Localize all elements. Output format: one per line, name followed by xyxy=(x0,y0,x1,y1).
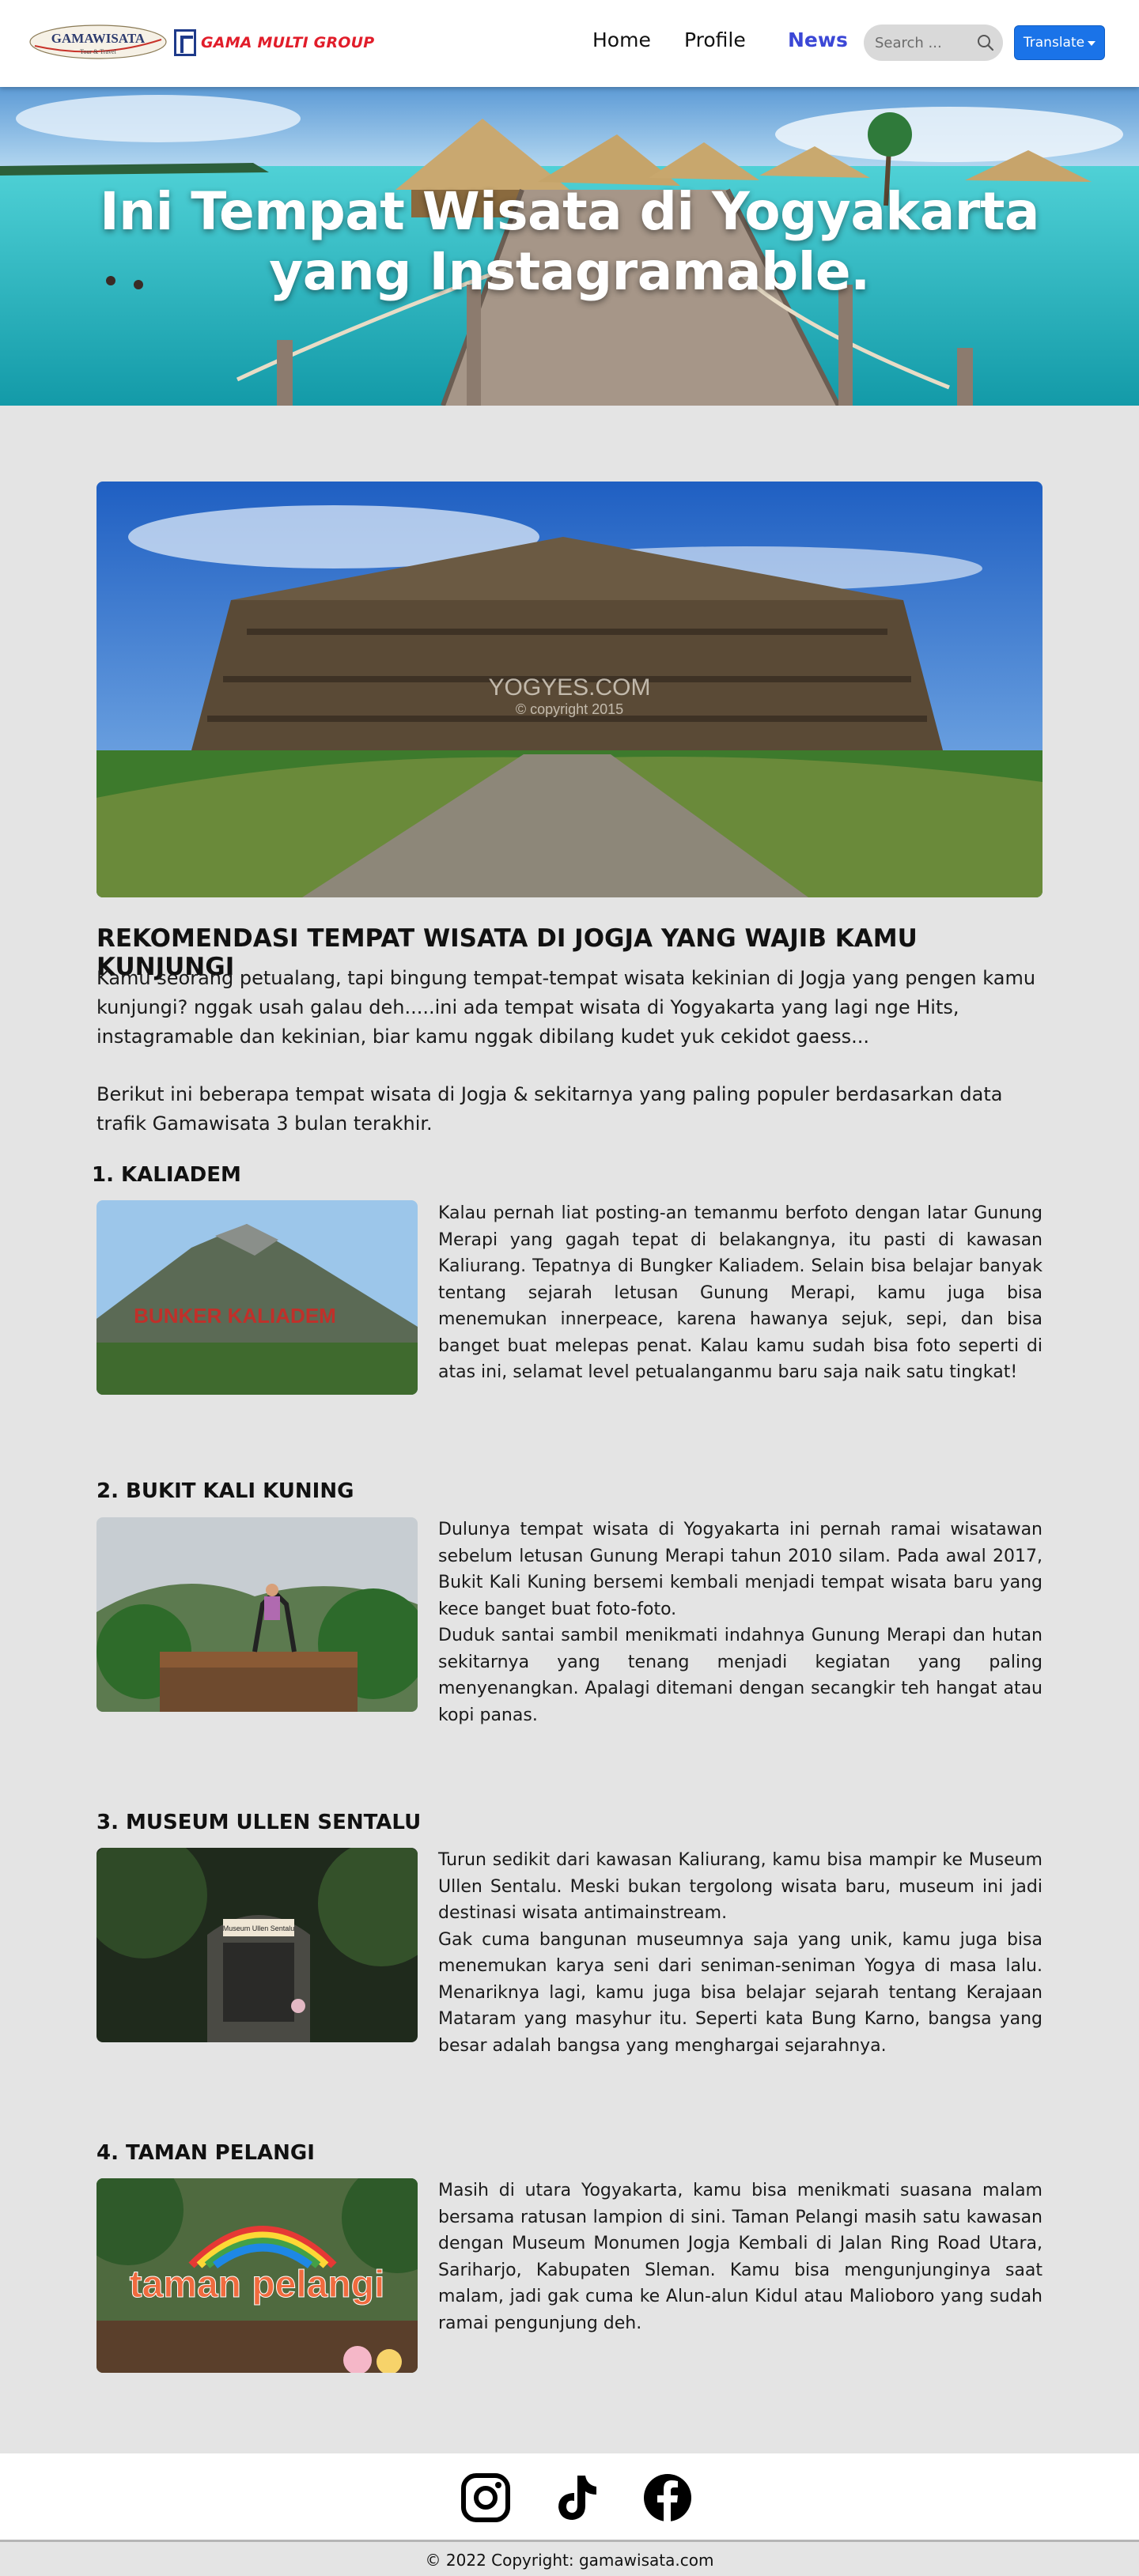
article-intro: Kamu seorang petualang, tapi bingung tem… xyxy=(96,964,1043,1139)
tiktok-icon[interactable] xyxy=(551,2472,601,2523)
taman-pelangi-image: taman pelangi xyxy=(96,2178,418,2373)
item-title-bukit-kali-kuning: 2. BUKIT KALI KUNING xyxy=(96,1479,354,1503)
kaliadem-image: BUNKER KALIADEM xyxy=(96,1200,418,1395)
item-text-bukit-kali-kuning: Dulunya tempat wisata di Yogyakarta ini … xyxy=(438,1517,1043,1728)
item-paragraph: Gak cuma bangunan museumnya saja yang un… xyxy=(438,1929,1043,2056)
nav-news[interactable]: News xyxy=(788,28,848,51)
bukit-kali-kuning-image xyxy=(96,1517,418,1712)
item-paragraph: Turun sedikit dari kawasan Kaliurang, ka… xyxy=(438,1850,1043,1923)
svg-text:taman pelangi: taman pelangi xyxy=(130,2264,385,2306)
svg-text:Tour & Travel: Tour & Travel xyxy=(80,48,116,55)
article-content: YOGYES.COM © copyright 2015 REKOMENDASI … xyxy=(0,406,1139,2453)
nav-profile[interactable]: Profile xyxy=(684,28,746,51)
hero-banner: Ini Tempat Wisata di Yogyakarta yang Ins… xyxy=(0,87,1139,406)
item-paragraph: Dulunya tempat wisata di Yogyakarta ini … xyxy=(438,1520,1043,1619)
gamawisata-logo[interactable]: GAMAWISATA Tour & Travel xyxy=(28,22,168,62)
facebook-icon[interactable] xyxy=(642,2472,693,2523)
copyright: © 2022 Copyright: gamawisata.com xyxy=(425,2551,714,2570)
item-text-kaliadem: Kalau pernah liat posting-an temanmu ber… xyxy=(438,1200,1043,1386)
hero-title: Ini Tempat Wisata di Yogyakarta yang Ins… xyxy=(100,181,1039,302)
item-paragraph: Masih di utara Yogyakarta, kamu bisa men… xyxy=(438,2181,1043,2333)
item-paragraph: Kalau pernah liat posting-an temanmu ber… xyxy=(438,1203,1043,1382)
item-paragraph: Duduk santai sambil menikmati indahnya G… xyxy=(438,1626,1043,1725)
navbar: GAMAWISATA Tour & Travel GAMA MULTI GROU… xyxy=(0,0,1139,87)
instagram-icon[interactable] xyxy=(460,2472,511,2523)
caret-down-icon xyxy=(1088,41,1096,46)
search-icon[interactable] xyxy=(976,33,995,52)
svg-text:GAMAWISATA: GAMAWISATA xyxy=(51,31,146,46)
gama-group-label: GAMA MULTI GROUP xyxy=(201,34,375,51)
search-input[interactable] xyxy=(875,31,970,55)
item-title-museum-ullen-sentalu: 3. MUSEUM ULLEN SENTALU xyxy=(96,1811,422,1834)
item-title-taman-pelangi: 4. TAMAN PELANGI xyxy=(96,2141,315,2165)
intro-paragraph: Kamu seorang petualang, tapi bingung tem… xyxy=(96,967,1036,1048)
item-text-taman-pelangi: Masih di utara Yogyakarta, kamu bisa men… xyxy=(438,2178,1043,2336)
svg-text:YOGYES.COM: YOGYES.COM xyxy=(488,674,650,701)
borobudur-image: YOGYES.COM © copyright 2015 xyxy=(96,482,1043,897)
svg-text:© copyright 2015: © copyright 2015 xyxy=(516,701,623,717)
gama-multi-group-logo[interactable]: GAMA MULTI GROUP xyxy=(174,27,374,59)
translate-button[interactable]: Translate xyxy=(1014,25,1105,60)
item-text-museum-ullen-sentalu: Turun sedikit dari kawasan Kaliurang, ka… xyxy=(438,1847,1043,2059)
item-title-kaliadem: 1. KALIADEM xyxy=(92,1163,241,1187)
nav-home[interactable]: Home xyxy=(592,28,651,51)
search-box xyxy=(864,25,1003,61)
svg-text:BUNKER KALIADEM: BUNKER KALIADEM xyxy=(134,1304,336,1328)
footer-social xyxy=(0,2453,1139,2542)
intro-paragraph: Berikut ini beberapa tempat wisata di Jo… xyxy=(96,1083,1003,1135)
gama-group-mark-icon xyxy=(174,29,196,56)
svg-text:Museum Ullen Sentalu: Museum Ullen Sentalu xyxy=(223,1924,295,1932)
museum-ullen-sentalu-image: Museum Ullen Sentalu xyxy=(96,1848,418,2042)
translate-label: Translate xyxy=(1023,35,1085,51)
